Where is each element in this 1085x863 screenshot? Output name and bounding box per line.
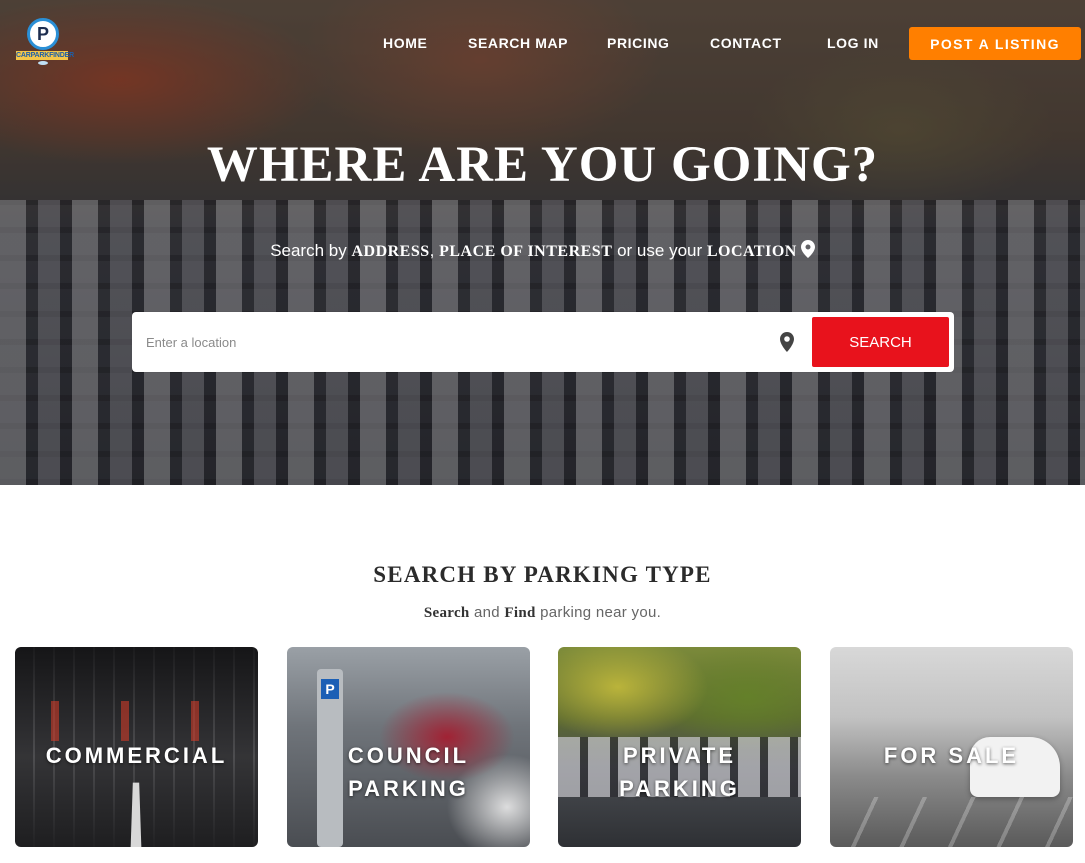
nav-search-map[interactable]: SEARCH MAP: [468, 35, 568, 51]
logo-wordmark: CARPARKFINDER: [16, 51, 74, 60]
hero-banner: P CARPARKFINDER HOME SEARCH MAP PRICING …: [0, 0, 1085, 485]
card-commercial[interactable]: COMMERCIAL: [15, 647, 258, 847]
parking-p-icon: P: [27, 18, 59, 50]
hero-subline: Search by ADDRESS, PLACE OF INTEREST or …: [0, 240, 1085, 261]
hero-headline: WHERE ARE YOU GOING?: [206, 137, 879, 193]
card-label: FOR SALE: [883, 743, 1020, 768]
nav-home[interactable]: HOME: [383, 35, 427, 51]
nav-login[interactable]: LOG IN: [827, 35, 879, 51]
nav-contact[interactable]: CONTACT: [710, 35, 782, 51]
parking-type-subheading: Search and Find parking near you.: [423, 604, 662, 621]
card-private-parking[interactable]: PRIVATE PARKING: [558, 647, 801, 847]
map-pin-icon[interactable]: [780, 332, 794, 352]
card-label: COMMERCIAL: [45, 743, 228, 768]
site-logo[interactable]: P CARPARKFINDER: [16, 17, 74, 67]
search-button[interactable]: SEARCH: [812, 317, 949, 367]
location-search-input[interactable]: [146, 326, 766, 358]
post-listing-button[interactable]: POST A LISTING: [909, 27, 1081, 60]
nav-pricing[interactable]: PRICING: [607, 35, 670, 51]
card-council-parking[interactable]: COUNCIL PARKING: [287, 647, 530, 847]
card-label: COUNCIL PARKING: [347, 743, 470, 801]
map-pin-icon: [800, 240, 815, 258]
card-label: PRIVATE PARKING: [619, 743, 740, 801]
parking-type-heading: SEARCH BY PARKING TYPE: [373, 562, 712, 587]
card-for-sale[interactable]: FOR SALE: [830, 647, 1073, 847]
location-search-bar: SEARCH: [132, 312, 954, 372]
